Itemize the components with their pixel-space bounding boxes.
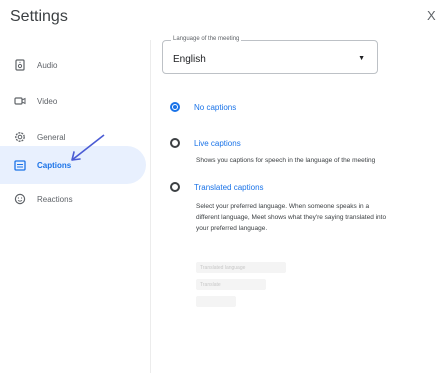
speaker-icon — [13, 58, 27, 72]
description-line: Shows you captions for speech in the lan… — [196, 157, 376, 164]
sidebar-item-label: Video — [37, 96, 58, 106]
dialog-title: Settings — [10, 8, 68, 25]
translate-field: Translate — [196, 279, 266, 290]
placeholder-field — [196, 296, 236, 307]
closed-captions-icon — [13, 158, 27, 172]
sidebar-item-label: Audio — [37, 60, 58, 70]
video-camera-icon — [13, 94, 27, 108]
option-no-captions[interactable]: No captions — [170, 102, 236, 112]
dropdown-caret-icon: ▼ — [358, 55, 365, 62]
option-label: Live captions — [194, 138, 241, 148]
meeting-language-value: English — [173, 54, 206, 65]
radio-button-checked[interactable] — [170, 102, 180, 112]
field-label: Translate — [200, 281, 221, 288]
option-translated-captions[interactable]: Translated captions — [170, 182, 264, 192]
description-line: Select your preferred language. When som… — [196, 203, 370, 210]
option-label: Translated captions — [194, 182, 264, 192]
radio-button[interactable] — [170, 182, 180, 192]
translated-language-field: Translated language — [196, 262, 286, 273]
radio-button[interactable] — [170, 138, 180, 148]
sidebar-item-label: Reactions — [37, 194, 73, 204]
sidebar-item-audio[interactable]: Audio — [0, 46, 150, 84]
gear-icon — [13, 130, 27, 144]
field-label: Translated language — [200, 264, 246, 271]
captions-settings-panel: Language of the meeting English ▼ No cap… — [158, 36, 444, 373]
close-button[interactable]: X — [427, 8, 436, 23]
live-captions-description: Shows you captions for speech in the lan… — [196, 155, 375, 166]
meeting-language-select[interactable]: Language of the meeting English ▼ — [162, 36, 378, 74]
meeting-language-label: Language of the meeting — [171, 36, 242, 42]
sidebar-item-video[interactable]: Video — [0, 82, 150, 120]
description-line: different language, Meet shows what they… — [196, 214, 387, 221]
option-live-captions[interactable]: Live captions — [170, 138, 241, 148]
translated-captions-description: Select your preferred language. When som… — [196, 201, 386, 234]
settings-sidebar: Audio Video General Captions Reactions — [0, 40, 150, 373]
description-line: your preferred language. — [196, 225, 268, 232]
smiley-icon — [13, 192, 27, 206]
option-label: No captions — [194, 102, 237, 112]
sidebar-divider — [150, 40, 151, 373]
annotation-arrow — [71, 134, 105, 161]
sidebar-item-reactions[interactable]: Reactions — [0, 180, 150, 218]
